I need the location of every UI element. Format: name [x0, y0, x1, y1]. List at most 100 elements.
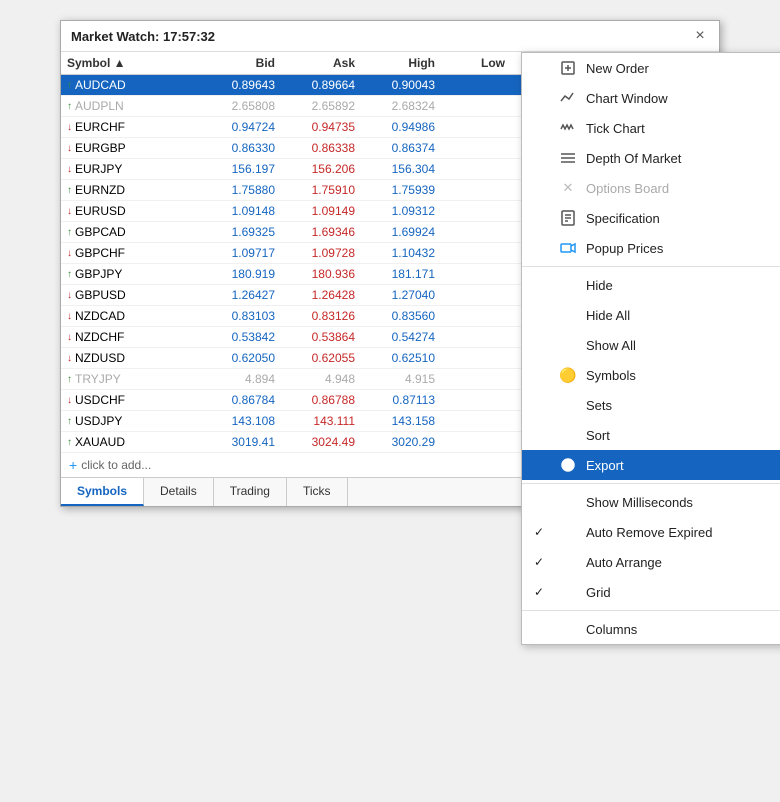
- cell-high: 0.94986: [361, 117, 441, 137]
- menu-item-hide[interactable]: Hide Delete: [522, 270, 780, 300]
- menu-label: Export: [586, 458, 780, 473]
- cell-high: 156.304: [361, 159, 441, 179]
- menu-item-depth-market[interactable]: Depth Of Market Alt+B: [522, 143, 780, 173]
- menu-icon-depth-market: [558, 148, 578, 168]
- col-low: Low: [441, 52, 511, 74]
- menu-item-show-all[interactable]: Show All: [522, 330, 780, 360]
- cell-high: 143.158: [361, 411, 441, 431]
- market-watch-window: Market Watch: 17:57:32 × Symbol ▲ Bid As…: [60, 20, 720, 507]
- arrow-icon: ↓: [67, 164, 72, 175]
- menu-item-symbols[interactable]: 🟡 Symbols Ctrl+U: [522, 360, 780, 390]
- cell-high: 0.90043: [361, 75, 441, 95]
- menu-item-sets[interactable]: Sets ▶: [522, 390, 780, 420]
- cell-ask: 0.94735: [281, 117, 361, 137]
- cell-ask: 0.86338: [281, 138, 361, 158]
- cell-low: [441, 369, 511, 389]
- tab-symbols[interactable]: Symbols: [61, 478, 144, 506]
- menu-item-export[interactable]: Export: [522, 450, 780, 480]
- symbol-label: NZDCHF: [75, 330, 124, 344]
- menu-icon-tick-chart: [558, 118, 578, 138]
- cell-high: 0.87113: [361, 390, 441, 410]
- menu-label: Popup Prices: [586, 241, 780, 256]
- cell-ask: 1.09149: [281, 201, 361, 221]
- context-menu: New Order Chart Window Tick Chart Depth …: [521, 52, 780, 645]
- cell-symbol: ↑ GBPJPY: [61, 264, 201, 284]
- arrow-icon: ↓: [67, 122, 72, 133]
- cell-ask: 2.65892: [281, 96, 361, 116]
- symbol-label: GBPJPY: [75, 267, 122, 281]
- cell-high: 0.86374: [361, 138, 441, 158]
- cell-symbol: ↑ EURNZD: [61, 180, 201, 200]
- cell-symbol: ↑ USDJPY: [61, 411, 201, 431]
- col-ask: Ask: [281, 52, 361, 74]
- cell-ask: 143.111: [281, 411, 361, 431]
- close-button[interactable]: ×: [691, 27, 709, 45]
- symbol-label: AUDCAD: [75, 78, 126, 92]
- cell-bid: 0.53842: [201, 327, 281, 347]
- menu-item-chart-window[interactable]: Chart Window: [522, 83, 780, 113]
- cell-ask: 4.948: [281, 369, 361, 389]
- menu-item-columns[interactable]: Columns ▶: [522, 614, 780, 644]
- symbol-label: AUDPLN: [75, 99, 124, 113]
- tab-trading[interactable]: Trading: [214, 478, 287, 506]
- cell-low: [441, 117, 511, 137]
- menu-item-sort[interactable]: Sort ▶: [522, 420, 780, 450]
- add-plus-icon: +: [69, 457, 77, 473]
- menu-label: Hide All: [586, 308, 780, 323]
- menu-item-show-ms[interactable]: Show Milliseconds: [522, 487, 780, 517]
- tab-details[interactable]: Details: [144, 478, 214, 506]
- cell-high: 0.62510: [361, 348, 441, 368]
- cell-high: 0.83560: [361, 306, 441, 326]
- cell-low: [441, 96, 511, 116]
- cell-high: 181.171: [361, 264, 441, 284]
- arrow-icon: ↑: [67, 101, 72, 112]
- tab-ticks[interactable]: Ticks: [287, 478, 348, 506]
- checkmark: ✓: [534, 525, 550, 539]
- menu-label: New Order: [586, 61, 780, 76]
- cell-bid: 180.919: [201, 264, 281, 284]
- cell-bid: 1.26427: [201, 285, 281, 305]
- symbol-label: GBPCHF: [75, 246, 125, 260]
- menu-icon-empty: [558, 619, 578, 639]
- checkmark: ✓: [534, 555, 550, 569]
- menu-label: Symbols: [586, 368, 780, 383]
- cell-symbol: ↑ TRYJPY: [61, 369, 201, 389]
- cell-bid: 1.69325: [201, 222, 281, 242]
- cell-low: [441, 327, 511, 347]
- cell-low: [441, 138, 511, 158]
- menu-label: Depth Of Market: [586, 151, 780, 166]
- menu-item-auto-arrange[interactable]: ✓ Auto Arrange: [522, 547, 780, 577]
- menu-item-auto-remove[interactable]: ✓ Auto Remove Expired: [522, 517, 780, 547]
- menu-label: Auto Remove Expired: [586, 525, 780, 540]
- arrow-icon: ↓: [67, 311, 72, 322]
- cell-symbol: ↓ USDCHF: [61, 390, 201, 410]
- cell-bid: 1.09717: [201, 243, 281, 263]
- menu-label: Show Milliseconds: [586, 495, 780, 510]
- cell-bid: 0.86784: [201, 390, 281, 410]
- menu-item-specification[interactable]: Specification: [522, 203, 780, 233]
- menu-item-grid[interactable]: ✓ Grid: [522, 577, 780, 607]
- symbol-label: EURUSD: [75, 204, 126, 218]
- menu-item-new-order[interactable]: New Order: [522, 53, 780, 83]
- menu-icon-empty: [558, 492, 578, 512]
- menu-label: Hide: [586, 278, 780, 293]
- menu-item-popup-prices[interactable]: Popup Prices F10: [522, 233, 780, 263]
- cell-symbol: ↓ NZDCHF: [61, 327, 201, 347]
- cell-ask: 3024.49: [281, 432, 361, 452]
- cell-low: [441, 306, 511, 326]
- menu-item-hide-all[interactable]: Hide All: [522, 300, 780, 330]
- cell-high: 2.68324: [361, 96, 441, 116]
- cell-symbol: ↓ EURCHF: [61, 117, 201, 137]
- cell-bid: 0.83103: [201, 306, 281, 326]
- menu-label: Sort: [586, 428, 780, 443]
- cell-bid: 0.94724: [201, 117, 281, 137]
- menu-item-tick-chart[interactable]: Tick Chart: [522, 113, 780, 143]
- cell-ask: 0.89664: [281, 75, 361, 95]
- cell-low: [441, 159, 511, 179]
- menu-icon-options-board: ✕: [558, 178, 578, 198]
- menu-label: Tick Chart: [586, 121, 780, 136]
- arrow-icon: ↓: [67, 248, 72, 259]
- cell-bid: 0.89643: [201, 75, 281, 95]
- cell-ask: 1.26428: [281, 285, 361, 305]
- cell-symbol: ↑ AUDCAD: [61, 75, 201, 95]
